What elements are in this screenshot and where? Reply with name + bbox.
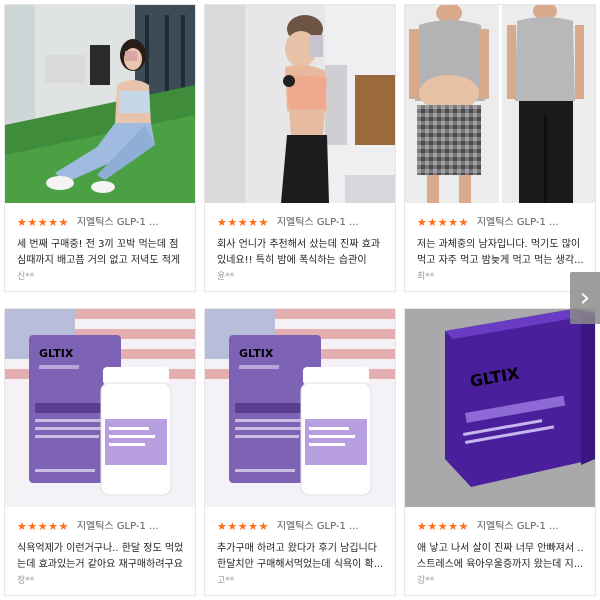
rating-stars: ★★★★★ [417, 216, 469, 229]
reviewer-name: 윤** [217, 272, 235, 282]
review-card[interactable]: GLTIX ★★★★★ 지엘틱스 GLP-1 ... 추가구매 하려고 왔다가 [204, 308, 396, 596]
rating-stars: ★★★★★ [17, 216, 69, 229]
review-text[interactable]: 식욕억제가 이런거구나.. 한달 정도 먹었는데 효과있는거 같아요 재구매하려… [17, 541, 187, 573]
review-card[interactable]: GLTIX ★★★★★ 지엘틱스 GLP-1 ... 식욕억제가 이런거구나..… [4, 308, 196, 596]
product-brand-text: GLTIX [39, 347, 74, 360]
rating-stars: ★★★★★ [217, 216, 269, 229]
review-photo-gym-mirror-selfie[interactable] [5, 5, 195, 203]
rating-stars: ★★★★★ [417, 520, 469, 533]
review-photo-product-bottle-flag[interactable]: GLTIX [205, 309, 395, 507]
product-name[interactable]: 지엘틱스 GLP-1 ... [277, 217, 359, 229]
review-card[interactable]: ★★★★★ 지엘틱스 GLP-1 ... 저는 과체중의 남자입니다. 먹기도 … [404, 4, 596, 292]
product-name[interactable]: 지엘틱스 GLP-1 ... [477, 521, 559, 533]
next-page-button[interactable]: › [570, 272, 600, 324]
review-text[interactable]: 추가구매 하려고 왔다가 후기 남깁니다 한달치만 구매해서먹었는데 식욕이 확… [217, 541, 387, 573]
review-grid: ★★★★★ 지엘틱스 GLP-1 ... 세 번째 구매중! 전 3끼 꼬박 먹… [4, 4, 596, 596]
review-card[interactable]: ★★★★★ 지엘틱스 GLP-1 ... 세 번째 구매중! 전 3끼 꼬박 먹… [4, 4, 196, 292]
chevron-right-icon: › [579, 283, 591, 313]
review-text[interactable]: 회사 언니가 추천해서 샀는데 진짜 효과 있네요!! 특히 밤에 폭식하는 습… [217, 237, 387, 269]
review-card[interactable]: ★★★★★ 지엘틱스 GLP-1 ... 회사 언니가 추천해서 샀는데 진짜 … [204, 4, 396, 292]
review-photo-fitness-selfie[interactable] [205, 5, 395, 203]
rating-stars: ★★★★★ [217, 520, 269, 533]
product-name[interactable]: 지엘틱스 GLP-1 ... [277, 521, 359, 533]
review-text[interactable]: 저는 과체중의 남자입니다. 먹기도 많이 먹고 자주 먹고 밤늦게 먹고 먹는… [417, 237, 587, 269]
review-photo-product-bottle-flag[interactable]: GLTIX [5, 309, 195, 507]
reviewer-name: 고** [217, 576, 235, 586]
product-name[interactable]: 지엘틱스 GLP-1 ... [77, 521, 159, 533]
rating-stars: ★★★★★ [17, 520, 69, 533]
product-name[interactable]: 지엘틱스 GLP-1 ... [477, 217, 559, 229]
product-brand-text: GLTIX [239, 347, 274, 360]
review-photo-before-after-man[interactable] [405, 5, 595, 203]
reviewer-name: 강** [417, 576, 435, 586]
reviewer-name: 최** [417, 272, 435, 282]
product-name[interactable]: 지엘틱스 GLP-1 ... [77, 217, 159, 229]
review-photo-product-box-photo[interactable]: GLTIX [405, 309, 595, 507]
reviewer-name: 정** [17, 576, 35, 586]
review-text[interactable]: 애 낳고 나서 살이 진짜 너무 안빠져서 .. 스트레스에 육아우울증까지 왔… [417, 541, 587, 573]
reviewer-name: 신** [17, 272, 35, 282]
review-text[interactable]: 세 번째 구매중! 전 3끼 꼬박 먹는데 점심때까지 배고픔 거의 없고 저녁… [17, 237, 187, 269]
review-card[interactable]: GLTIX ★★★★★ 지엘틱스 GLP-1 ... 애 낳고 나서 살이 진짜… [404, 308, 596, 596]
